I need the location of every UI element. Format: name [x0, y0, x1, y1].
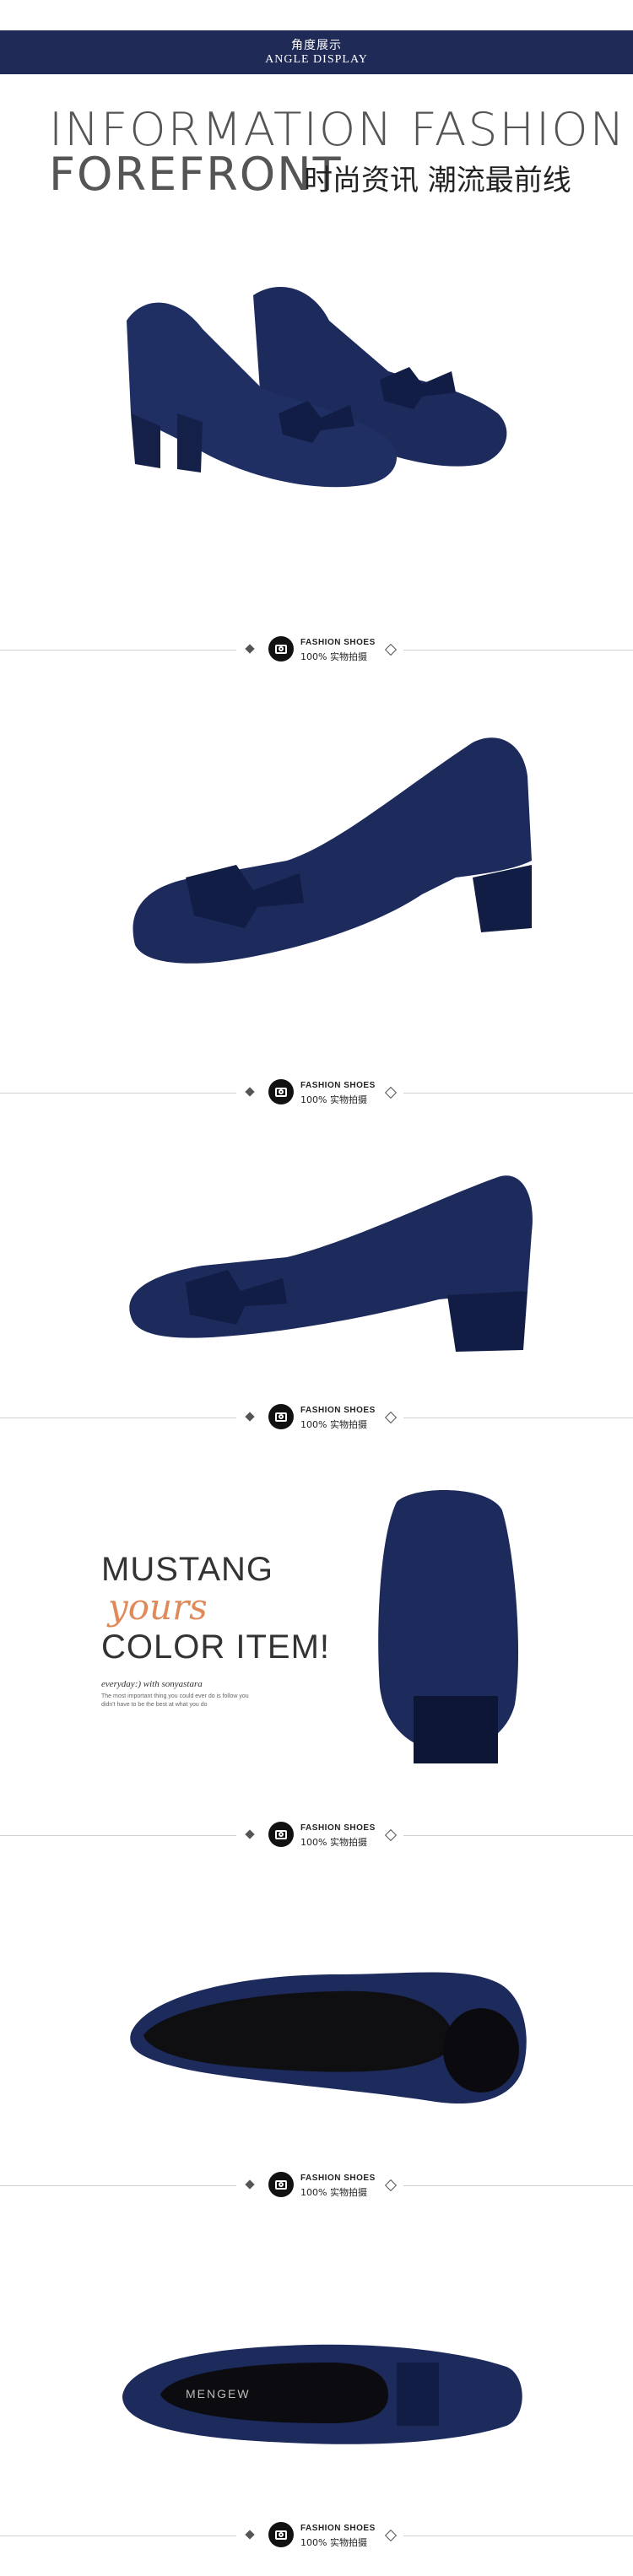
section-divider: FASHION SHOES 100% 实物拍摄	[0, 633, 633, 667]
divider-label: FASHION SHOES	[300, 2524, 376, 2533]
promo-note: The most important thing you could ever …	[101, 1693, 249, 1708]
shoe-top-image: MENGEW	[122, 2344, 522, 2444]
camera-icon	[268, 1404, 294, 1429]
camera-icon	[268, 2172, 294, 2197]
section-divider: FASHION SHOES 100% 实物拍摄	[0, 1401, 633, 1434]
promo-word-2: yours	[108, 1586, 208, 1628]
shoe-sole-image	[130, 1972, 527, 2104]
divider-sublabel: 100% 实物拍摄	[300, 1837, 367, 1848]
promo-word-3: COLOR ITEM!	[101, 1628, 331, 1666]
camera-icon	[268, 636, 294, 662]
divider-sublabel: 100% 实物拍摄	[300, 2187, 367, 2198]
divider-label: FASHION SHOES	[300, 638, 376, 647]
divider-sublabel: 100% 实物拍摄	[300, 2537, 367, 2548]
section-divider: FASHION SHOES 100% 实物拍摄	[0, 1076, 633, 1110]
divider-label: FASHION SHOES	[300, 1406, 376, 1415]
divider-label: FASHION SHOES	[300, 1823, 376, 1833]
camera-icon	[268, 1079, 294, 1104]
section-title-zh: 角度展示	[291, 39, 342, 52]
section-title-en: ANGLE DISPLAY	[265, 53, 368, 66]
hero-line-2-zh: 时尚资讯 潮流最前线	[304, 164, 571, 197]
promo-tagline: everyday:) with sonyastara	[101, 1679, 203, 1689]
section-divider: FASHION SHOES 100% 实物拍摄	[0, 1818, 633, 1852]
shoe-back-image	[378, 1490, 519, 1763]
divider-sublabel: 100% 实物拍摄	[300, 651, 367, 662]
section-header: 角度展示 ANGLE DISPLAY	[0, 30, 633, 74]
camera-icon	[268, 2522, 294, 2547]
shoe-side-image	[129, 1175, 533, 1352]
promo-word-1: MUSTANG	[101, 1551, 274, 1588]
camera-icon	[268, 1822, 294, 1847]
section-divider: FASHION SHOES 100% 实物拍摄	[0, 2519, 633, 2552]
shoe-pair-image	[127, 287, 507, 488]
hero-line-2: FOREFRONT	[49, 148, 343, 201]
divider-label: FASHION SHOES	[300, 2174, 376, 2183]
section-divider: FASHION SHOES 100% 实物拍摄	[0, 2168, 633, 2202]
divider-label: FASHION SHOES	[300, 1081, 376, 1090]
divider-sublabel: 100% 实物拍摄	[300, 1419, 367, 1430]
insole-brand-text: MENGEW	[186, 2387, 251, 2400]
divider-sublabel: 100% 实物拍摄	[300, 1094, 367, 1105]
shoe-side-front-image	[133, 737, 532, 964]
